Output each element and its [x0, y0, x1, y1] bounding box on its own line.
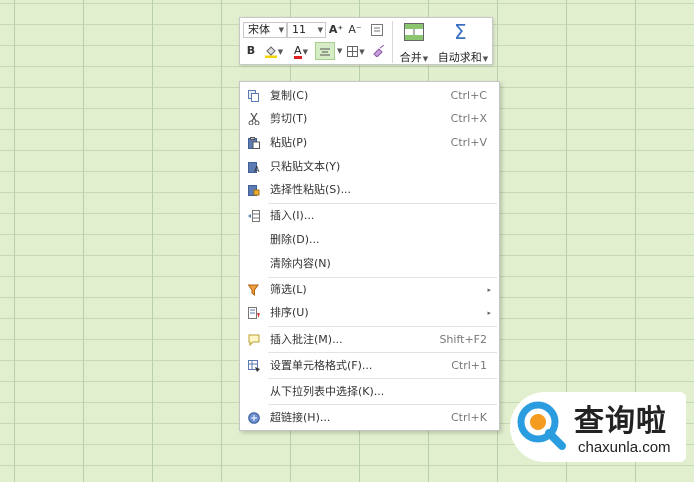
menu-item-shortcut: Ctrl+V	[450, 136, 487, 149]
menu-separator	[268, 326, 497, 327]
comment-icon	[248, 334, 260, 346]
menu-item-label: 粘贴(P)	[270, 136, 308, 149]
align-center-icon	[320, 48, 330, 55]
menu-item-label: 清除内容(N)	[270, 257, 331, 270]
menu-item-label: 删除(D)...	[270, 233, 320, 246]
menu-item-label: 插入批注(M)...	[270, 333, 343, 346]
menu-item-label: 复制(C)	[270, 89, 309, 102]
fill-color-button[interactable]: ▼	[262, 42, 286, 60]
border-grid-icon	[347, 45, 359, 57]
menu-item-shortcut: Ctrl+C	[450, 89, 487, 102]
autosum-button[interactable]: Σ 自动求和▼	[436, 20, 490, 64]
font-name-select[interactable]: 宋体 ▼	[243, 22, 287, 38]
menu-item-label: 插入(I)...	[270, 209, 315, 222]
sigma-icon: Σ	[454, 20, 467, 44]
svg-text:A: A	[254, 165, 260, 173]
font-name-value: 宋体	[248, 23, 270, 36]
eraser-icon	[373, 44, 385, 58]
menu-item-shortcut: Ctrl+X	[450, 112, 487, 125]
menu-item-sort[interactable]: 排序(U) ▸	[240, 302, 499, 324]
mini-toolbar: 宋体 ▼ 11 ▼ A⁺ A⁻ B ▼ A▼ ▼ ▼ 合并▼ Σ 自动求和▼	[239, 17, 493, 65]
menu-item-clear-contents[interactable]: 清除内容(N)	[240, 253, 499, 275]
paste-icon	[248, 137, 260, 149]
format-cells-icon	[248, 360, 260, 372]
insert-icon	[248, 210, 260, 222]
menu-item-hyperlink[interactable]: 超链接(H)... Ctrl+K	[240, 407, 499, 429]
menu-item-label: 选择性粘贴(S)...	[270, 183, 352, 196]
context-menu: 复制(C) Ctrl+C 剪切(T) Ctrl+X 粘贴(P) Ctrl+V A…	[239, 81, 500, 431]
menu-item-insert-comment[interactable]: 插入批注(M)... Shift+F2	[240, 329, 499, 351]
hyperlink-icon	[248, 412, 260, 424]
menu-separator	[268, 277, 497, 278]
menu-separator	[268, 378, 497, 379]
scissors-icon	[248, 113, 260, 125]
watermark-url: chaxunla.com	[578, 439, 671, 456]
merge-button[interactable]: 合并▼	[396, 21, 432, 64]
bold-button[interactable]: B	[243, 42, 259, 60]
clear-format-button[interactable]	[370, 42, 388, 60]
menu-item-label: 只粘贴文本(Y)	[270, 160, 341, 173]
submenu-arrow-icon: ▸	[487, 286, 491, 294]
align-center-button[interactable]	[315, 42, 335, 60]
magnifier-logo-icon	[517, 401, 566, 450]
font-size-value: 11	[292, 23, 306, 36]
menu-item-copy[interactable]: 复制(C) Ctrl+C	[240, 85, 499, 107]
menu-item-label: 设置单元格格式(F)...	[270, 359, 373, 372]
menu-item-label: 筛选(L)	[270, 283, 307, 296]
chevron-down-icon: ▼	[278, 26, 284, 34]
autosum-label: 自动求和	[437, 51, 482, 64]
menu-item-shortcut: Ctrl+K	[450, 411, 487, 424]
menu-item-shortcut: Shift+F2	[439, 333, 487, 346]
font-color-button[interactable]: A▼	[289, 42, 313, 60]
watermark-title: 查询啦	[574, 404, 667, 439]
menu-item-delete[interactable]: 删除(D)...	[240, 229, 499, 251]
menu-item-paste[interactable]: 粘贴(P) Ctrl+V	[240, 132, 499, 154]
toolbar-divider	[392, 21, 393, 63]
menu-item-paste-text-only[interactable]: A 只粘贴文本(Y)	[240, 156, 499, 178]
increase-font-button[interactable]: A⁺	[328, 21, 344, 39]
font-color-icon: A	[294, 44, 302, 59]
copy-icon	[248, 90, 259, 102]
submenu-arrow-icon: ▸	[487, 309, 491, 317]
align-dropdown-arrow[interactable]: ▼	[337, 47, 342, 55]
menu-item-pick-from-dropdown[interactable]: 从下拉列表中选择(K)...	[240, 381, 499, 403]
format-painter-button[interactable]	[368, 21, 386, 39]
menu-item-format-cells[interactable]: 设置单元格格式(F)... Ctrl+1	[240, 355, 499, 377]
paste-text-icon: A	[248, 162, 260, 173]
wrap-text-icon	[371, 24, 383, 36]
menu-separator	[268, 352, 497, 353]
menu-item-filter[interactable]: 筛选(L) ▸	[240, 279, 499, 301]
menu-item-shortcut: Ctrl+1	[451, 359, 487, 372]
watermark-logo: 查询啦 chaxunla.com	[510, 392, 686, 462]
menu-separator	[268, 203, 497, 204]
menu-item-label: 超链接(H)...	[270, 411, 331, 424]
font-size-select[interactable]: 11 ▼	[287, 22, 326, 38]
menu-item-cut[interactable]: 剪切(T) Ctrl+X	[240, 108, 499, 130]
chevron-down-icon: ▼	[317, 26, 323, 34]
decrease-font-button[interactable]: A⁻	[347, 21, 363, 39]
paste-special-icon	[248, 185, 260, 196]
sort-icon	[248, 307, 260, 319]
merge-label: 合并	[399, 51, 422, 64]
menu-separator	[268, 404, 497, 405]
menu-item-label: 剪切(T)	[270, 112, 308, 125]
borders-button[interactable]: ▼	[344, 42, 368, 60]
merge-cells-icon	[404, 23, 424, 41]
menu-item-insert[interactable]: 插入(I)...	[240, 205, 499, 227]
menu-item-label: 排序(U)	[270, 306, 309, 319]
menu-item-label: 从下拉列表中选择(K)...	[270, 385, 385, 398]
fill-bucket-icon	[264, 45, 277, 58]
menu-item-paste-special[interactable]: 选择性粘贴(S)...	[240, 179, 499, 201]
filter-icon	[248, 284, 259, 296]
